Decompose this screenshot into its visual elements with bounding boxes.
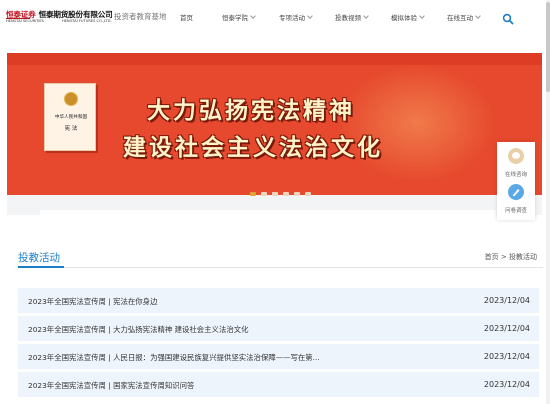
survey-icon[interactable] — [508, 184, 524, 200]
chevron-down-icon — [475, 13, 481, 19]
article-title[interactable]: 2023年全国宪法宣传周 | 国家宪法宣传周知识问答 — [28, 380, 194, 391]
chevron-down-icon — [419, 13, 425, 19]
banner-headline-1: 大力弘扬宪法精神 — [147, 98, 355, 124]
article-title[interactable]: 2023年全国宪法宣传周 | 大力弘扬宪法精神 建设社会主义法治文化 — [28, 324, 249, 335]
carousel-dot[interactable] — [305, 192, 311, 196]
constitution-book-image: 中华人民共和国 宪 法 — [44, 83, 96, 151]
national-emblem-icon — [64, 92, 78, 106]
chevron-down-icon — [250, 13, 256, 19]
carousel-dot[interactable] — [272, 192, 278, 196]
scrollbar-thumb[interactable] — [546, 2, 550, 92]
logo-company-en: HENGTAI FUTURES CO.,LTD. — [61, 19, 112, 23]
article-date: 2023/12/04 — [483, 352, 530, 361]
list-item[interactable]: 2023年全国宪法宣传周 | 国家宪法宣传周知识问答 2023/12/04 — [18, 372, 539, 397]
logo-company-cn: 恒泰期货股份有限公司 — [38, 10, 113, 19]
chevron-down-icon — [363, 13, 369, 19]
list-item[interactable]: 2023年全国宪法宣传周 | 宪法在你身边 2023/12/04 — [18, 288, 539, 313]
breadcrumb-home[interactable]: 首页 — [485, 253, 499, 261]
floating-service-panel: 在线咨询 问卷调查 — [497, 142, 535, 220]
breadcrumb-current[interactable]: 投教活动 — [509, 253, 537, 261]
book-title: 中华人民共和国 — [54, 115, 88, 120]
list-item[interactable]: 2023年全国宪法宣传周 | 大力弘扬宪法精神 建设社会主义法治文化 2023/… — [18, 316, 539, 341]
nav-academy[interactable]: 恒泰学院 — [222, 12, 256, 22]
nav-simulation[interactable]: 模拟体验 — [391, 12, 425, 22]
section-title: 投教活动 — [18, 252, 60, 264]
nav-special-events[interactable]: 专项活动 — [279, 12, 313, 22]
nav-home[interactable]: 首页 — [180, 12, 193, 22]
hero-banner[interactable]: 中华人民共和国 宪 法 大力弘扬宪法精神 建设社会主义法治文化 — [7, 53, 542, 195]
page: 恒泰证券 恒泰期货股份有限公司 HENGTAI SECURITIES HENGTAI… — [0, 0, 550, 404]
chevron-down-icon — [307, 13, 313, 19]
company-logo[interactable]: 恒泰证券 恒泰期货股份有限公司 HENGTAI SECURITIES HENGTAI… — [6, 9, 113, 27]
carousel-dot[interactable] — [283, 192, 289, 196]
nav-videos[interactable]: 投教视频 — [335, 12, 369, 22]
online-consult-link[interactable]: 在线咨询 — [497, 170, 535, 178]
carousel-dot[interactable] — [261, 192, 267, 196]
breadcrumb: 首页 > 投教活动 — [484, 253, 537, 261]
nav-interactive[interactable]: 在线互动 — [447, 12, 481, 22]
list-item[interactable]: 2023年全国宪法宣传周 | 人民日报：为强国建设民族复兴提供坚实法治保障——写… — [18, 344, 539, 369]
carousel-dot[interactable] — [294, 192, 300, 196]
article-date: 2023/12/04 — [483, 380, 530, 389]
search-icon[interactable] — [502, 10, 514, 25]
article-date: 2023/12/04 — [483, 296, 530, 305]
logo-brand-en: HENGTAI SECURITIES — [6, 19, 44, 23]
chat-icon[interactable] — [508, 148, 524, 164]
article-title[interactable]: 2023年全国宪法宣传周 | 人民日报：为强国建设民族复兴提供坚实法治保障——写… — [28, 352, 320, 363]
article-list: 2023年全国宪法宣传周 | 宪法在你身边 2023/12/04 2023年全国… — [18, 288, 539, 400]
banner-headline-2: 建设社会主义法治文化 — [123, 135, 383, 161]
book-subtitle: 宪 法 — [64, 126, 78, 132]
site-header: 恒泰证券 恒泰期货股份有限公司 HENGTAI SECURITIES HENGTAI… — [0, 0, 550, 36]
site-subtitle: 投资者教育基地 — [114, 12, 167, 21]
survey-link[interactable]: 问卷调查 — [497, 206, 535, 214]
carousel-dot[interactable] — [250, 192, 256, 196]
article-date: 2023/12/04 — [483, 324, 530, 333]
article-title[interactable]: 2023年全国宪法宣传周 | 宪法在你身边 — [28, 296, 157, 307]
